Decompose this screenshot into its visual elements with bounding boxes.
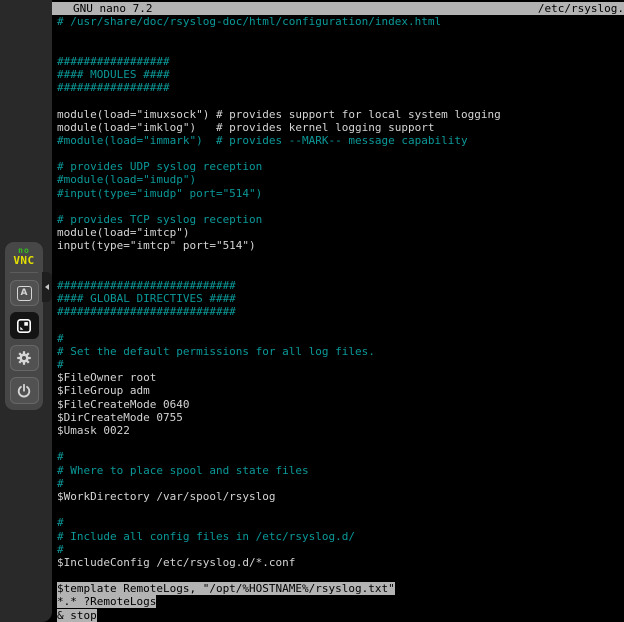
keyboard-button[interactable]: A	[10, 280, 39, 307]
terminal-line: #module(load="imudp")	[52, 173, 624, 186]
terminal-line: # Where to place spool and state files	[52, 464, 624, 477]
nano-version-label: GNU nano 7.2	[73, 2, 152, 15]
terminal-line: $Umask 0022	[52, 424, 624, 437]
terminal-line: #################	[52, 55, 624, 68]
terminal-line: & stop	[52, 609, 624, 622]
terminal-line	[52, 200, 624, 213]
terminal-line: #module(load="immark") # provides --MARK…	[52, 134, 624, 147]
terminal-line: #input(type="imudp" port="514")	[52, 187, 624, 200]
terminal-line: #### GLOBAL DIRECTIVES ####	[52, 292, 624, 305]
terminal-line: $FileGroup adm	[52, 384, 624, 397]
novnc-logo: no VNC	[13, 247, 34, 266]
terminal-line: #	[52, 477, 624, 490]
terminal-line: ###########################	[52, 279, 624, 292]
terminal-line: $WorkDirectory /var/spool/rsyslog	[52, 490, 624, 503]
terminal-line: #	[52, 332, 624, 345]
novnc-control-bar: no VNC A	[5, 242, 43, 410]
terminal-line	[52, 253, 624, 266]
control-bar-handle[interactable]	[42, 272, 52, 302]
terminal-line: module(load="imtcp")	[52, 226, 624, 239]
terminal-line	[52, 94, 624, 107]
terminal-line	[52, 147, 624, 160]
nano-titlebar: GNU nano 7.2 /etc/rsyslog.	[52, 2, 624, 15]
novnc-logo-text-bottom: VNC	[13, 255, 34, 266]
nano-filename-label: /etc/rsyslog.	[538, 2, 624, 15]
terminal-line	[52, 503, 624, 516]
terminal-line: #################	[52, 81, 624, 94]
power-icon	[16, 383, 32, 399]
power-button[interactable]	[10, 377, 39, 404]
terminal[interactable]: GNU nano 7.2 /etc/rsyslog. # /usr/share/…	[52, 0, 624, 622]
terminal-line: # Include all config files in /etc/rsysl…	[52, 530, 624, 543]
terminal-line: #	[52, 450, 624, 463]
sidebar-divider	[10, 272, 38, 273]
terminal-line	[52, 319, 624, 332]
fullscreen-button[interactable]	[10, 312, 39, 339]
terminal-line: # provides UDP syslog reception	[52, 160, 624, 173]
terminal-line: $IncludeConfig /etc/rsyslog.d/*.conf	[52, 556, 624, 569]
terminal-line: input(type="imtcp" port="514")	[52, 239, 624, 252]
terminal-line: #	[52, 516, 624, 529]
terminal-line: $FileOwner root	[52, 371, 624, 384]
terminal-line	[52, 28, 624, 41]
gear-icon	[16, 350, 32, 366]
terminal-line	[52, 569, 624, 582]
terminal-lines: # /usr/share/doc/rsyslog-doc/html/config…	[52, 15, 624, 622]
terminal-line: # /usr/share/doc/rsyslog-doc/html/config…	[52, 15, 624, 28]
terminal-line	[52, 437, 624, 450]
terminal-line: $template RemoteLogs, "/opt/%HOSTNAME%/r…	[52, 582, 624, 595]
terminal-line	[52, 42, 624, 55]
terminal-line: module(load="imuxsock") # provides suppo…	[52, 108, 624, 121]
collapse-arrow-icon	[45, 284, 49, 290]
novnc-sidebar-rail: no VNC A	[0, 0, 52, 622]
settings-button[interactable]	[10, 345, 39, 372]
terminal-line: # Set the default permissions for all lo…	[52, 345, 624, 358]
terminal-line: $FileCreateMode 0640	[52, 398, 624, 411]
terminal-line: #### MODULES ####	[52, 68, 624, 81]
terminal-line: module(load="imklog") # provides kernel …	[52, 121, 624, 134]
keyboard-a-icon: A	[17, 286, 32, 301]
terminal-line: $DirCreateMode 0755	[52, 411, 624, 424]
terminal-line	[52, 266, 624, 279]
terminal-line: #	[52, 543, 624, 556]
terminal-line: #	[52, 358, 624, 371]
terminal-line: # provides TCP syslog reception	[52, 213, 624, 226]
terminal-line: *.* ?RemoteLogs	[52, 595, 624, 608]
fullscreen-icon	[16, 318, 32, 334]
terminal-line: ###########################	[52, 305, 624, 318]
